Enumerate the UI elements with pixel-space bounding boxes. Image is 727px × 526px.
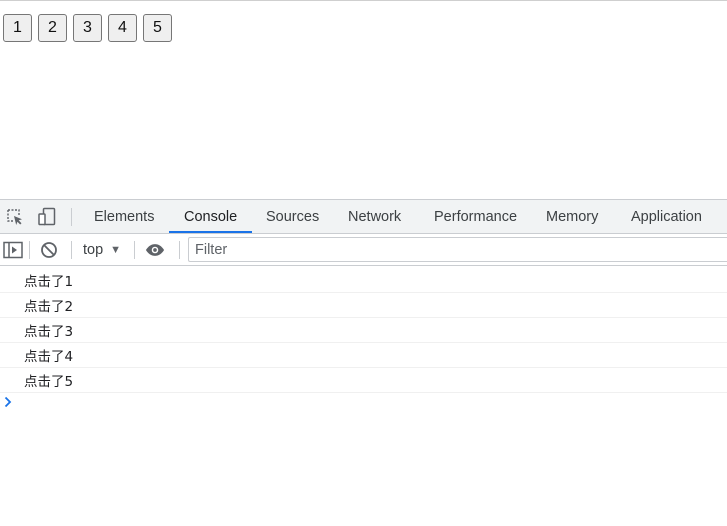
inspect-element-icon[interactable] (4, 207, 26, 227)
tab-bar-separator (71, 208, 72, 226)
tab-console[interactable]: Console (184, 200, 237, 233)
device-toolbar-icon[interactable] (36, 207, 58, 227)
show-console-sidebar-icon[interactable] (3, 240, 23, 260)
toolbar-separator (179, 241, 180, 259)
console-messages: 点击了1 点击了2 点击了3 点击了4 点击了5 (0, 267, 727, 415)
page-button-group: 1 2 3 4 5 (3, 14, 172, 42)
filter-input[interactable] (188, 237, 727, 262)
number-button-1[interactable]: 1 (3, 14, 32, 42)
tab-memory[interactable]: Memory (546, 200, 598, 233)
tab-application[interactable]: Application (631, 200, 702, 233)
devtools-tab-bar: Elements Console Sources Network Perform… (0, 199, 727, 234)
number-button-4[interactable]: 4 (108, 14, 137, 42)
tab-sources[interactable]: Sources (266, 200, 319, 233)
clear-console-icon[interactable] (39, 240, 59, 260)
console-toolbar: top ▼ (0, 234, 727, 266)
context-value: top (83, 242, 104, 258)
live-expression-icon[interactable] (145, 240, 165, 260)
toolbar-separator (71, 241, 72, 259)
caret-down-icon: ▼ (110, 244, 122, 256)
console-prompt[interactable] (0, 393, 727, 415)
tab-performance[interactable]: Performance (434, 200, 517, 233)
console-message: 点击了4 (0, 343, 727, 368)
tab-elements[interactable]: Elements (94, 200, 154, 233)
console-message: 点击了2 (0, 293, 727, 318)
toolbar-separator (29, 241, 30, 259)
active-tab-indicator (169, 231, 252, 233)
console-message: 点击了3 (0, 318, 727, 343)
tab-network[interactable]: Network (348, 200, 401, 233)
number-button-5[interactable]: 5 (143, 14, 172, 42)
console-message: 点击了5 (0, 368, 727, 393)
number-button-2[interactable]: 2 (38, 14, 67, 42)
console-message: 点击了1 (0, 267, 727, 293)
console-prompt-icon (4, 395, 12, 413)
context-selector[interactable]: top ▼ (83, 240, 121, 260)
toolbar-separator (134, 241, 135, 259)
devtools-panel: Elements Console Sources Network Perform… (0, 199, 727, 526)
page-top-border (0, 0, 727, 1)
number-button-3[interactable]: 3 (73, 14, 102, 42)
